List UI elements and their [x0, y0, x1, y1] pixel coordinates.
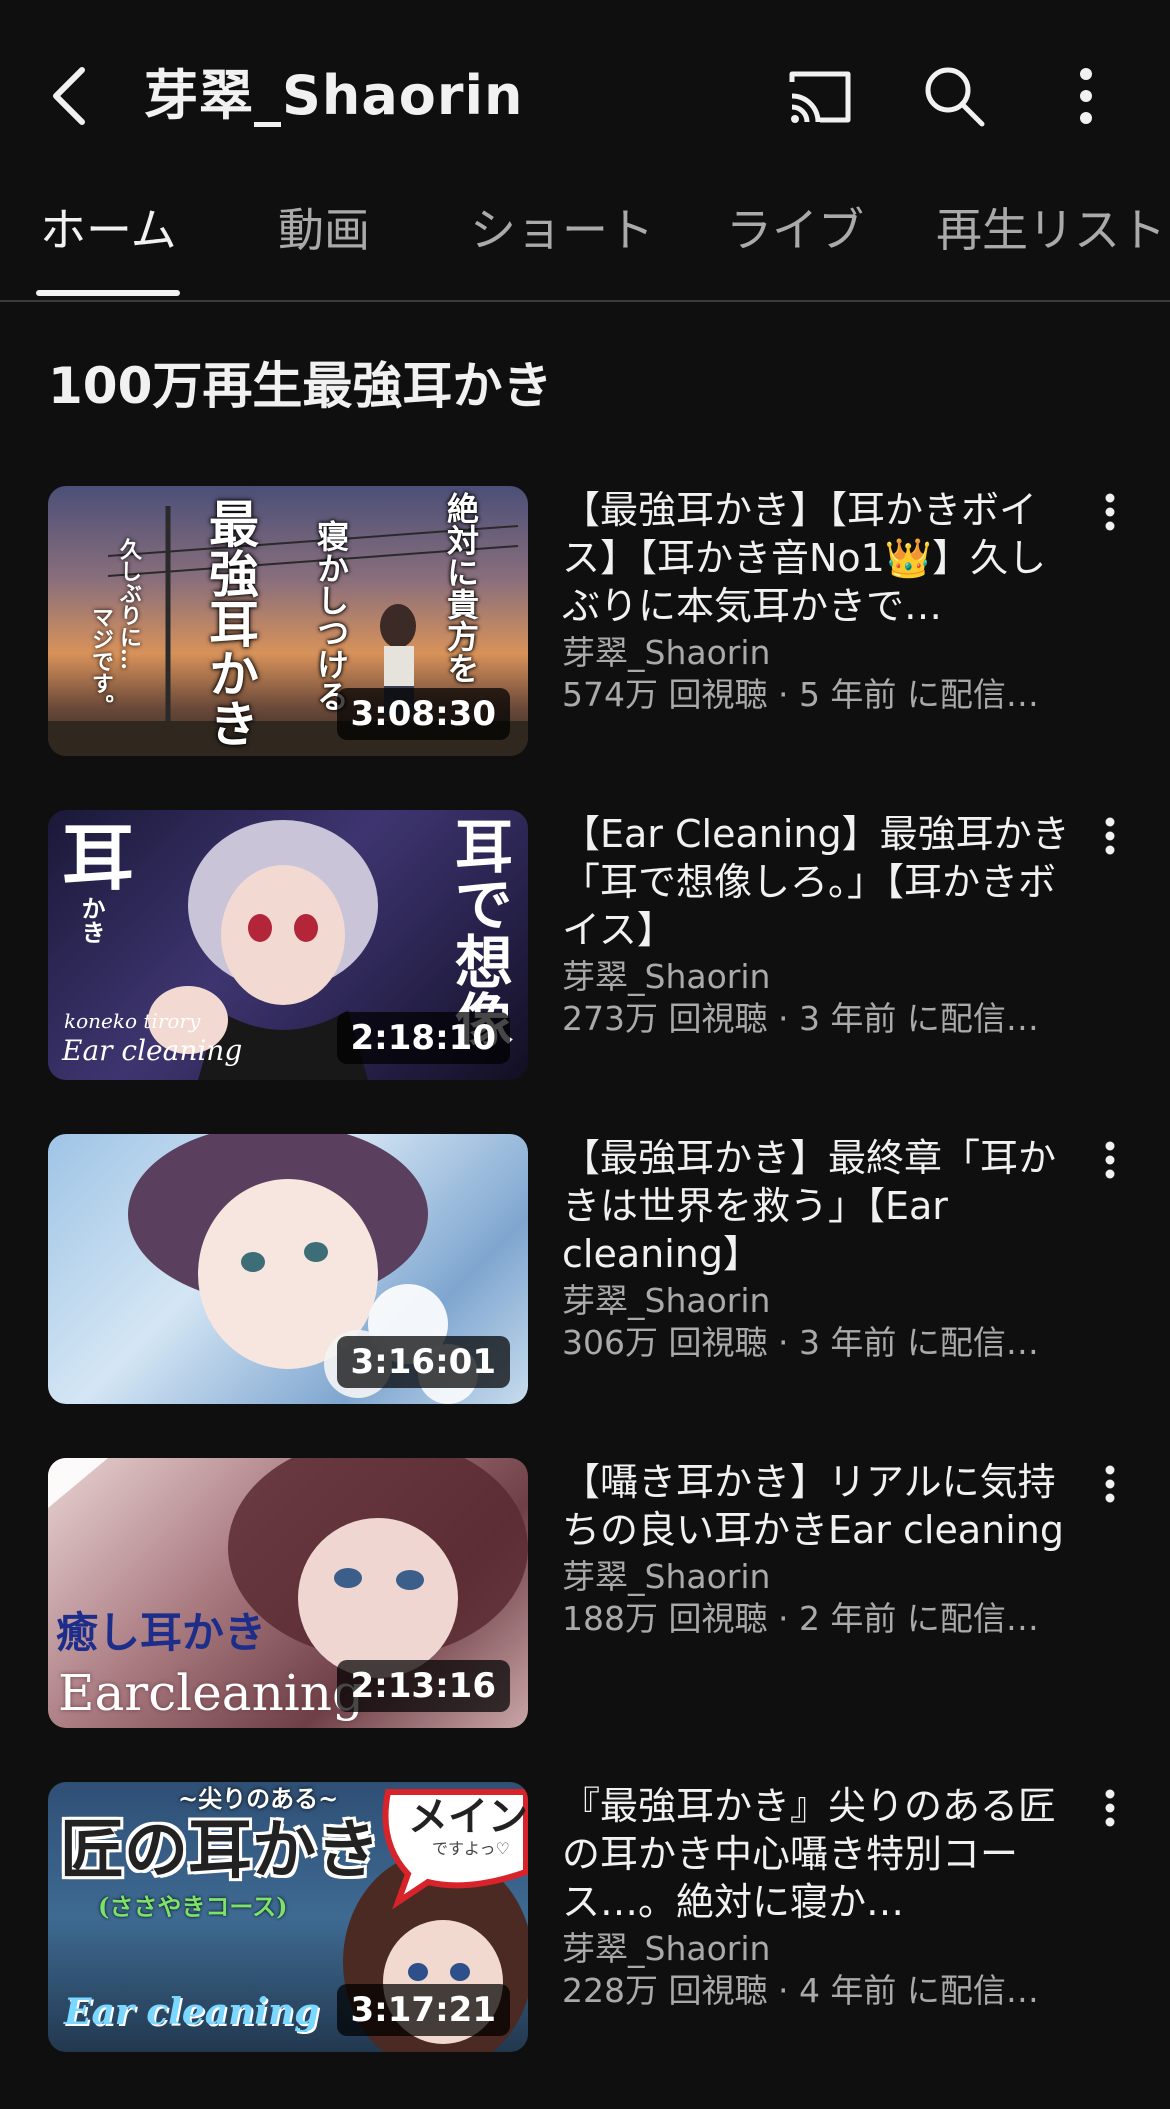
video-info: 『最強耳かき』尖りのある匠の耳かき中心囁き特別コース…。絶対に寝か… 芽翠_Sh…	[562, 1782, 1082, 2012]
back-arrow-icon[interactable]	[40, 58, 104, 134]
search-icon[interactable]	[916, 58, 992, 134]
thumbnail-caption: 耳	[62, 815, 135, 900]
video-menu-icon[interactable]	[1086, 1782, 1134, 1842]
video-title[interactable]: 【最強耳かき】最終章「耳かきは世界を救う」【Ear cleaning】	[562, 1134, 1082, 1278]
video-channel-name: 芽翠_Shaorin	[562, 1929, 771, 1968]
thumbnail-caption: 寝かしつける	[312, 520, 350, 712]
video-thumbnail[interactable]: 3:16:01	[48, 1134, 528, 1404]
thumbnail-caption: 絶対に貴方を	[442, 492, 480, 684]
video-item[interactable]: 3:16:01 【最強耳かき】最終章「耳かきは世界を救う」【Ear cleani…	[0, 1134, 1170, 1458]
thumbnail-caption: Ear cleaning	[62, 1034, 243, 1067]
more-vert-icon[interactable]	[1050, 58, 1126, 134]
video-info: 【Ear Cleaning】最強耳かき「耳で想像しろ。」【耳かきボイス】 芽翠_…	[562, 810, 1082, 1040]
video-channel-name: 芽翠_Shaorin	[562, 1281, 771, 1320]
video-meta: 574万 回視聴 · 5 年前 に配信…	[562, 675, 1039, 714]
video-item[interactable]: 癒し耳かき Earcleaning 2:13:16 【囁き耳かき】リアルに気持ち…	[0, 1458, 1170, 1782]
tab-playlists[interactable]: 再生リスト	[936, 202, 1166, 258]
video-item[interactable]: 最強耳かき 寝かしつける 絶対に貴方を 久しぶりに… マジです。 3:08:30…	[0, 486, 1170, 810]
thumbnail-caption: 久しぶりに…	[116, 538, 142, 670]
video-thumbnail[interactable]: 癒し耳かき Earcleaning 2:13:16	[48, 1458, 528, 1728]
thumbnail-caption: 匠の耳かき	[60, 1813, 380, 1888]
video-menu-icon[interactable]	[1086, 1134, 1134, 1194]
section-title: 100万再生最強耳かき	[48, 357, 553, 415]
thumbnail-caption: かき	[77, 896, 106, 944]
cast-icon[interactable]	[782, 58, 858, 134]
tab-live[interactable]: ライブ	[726, 202, 864, 258]
video-channel-name: 芽翠_Shaorin	[562, 633, 771, 672]
tab-home[interactable]: ホーム	[40, 202, 177, 258]
video-thumbnail[interactable]: ~尖りのある~ 匠の耳かき (ささやきコース) メイン ですよっ♡ Ear cl…	[48, 1782, 528, 2052]
thumbnail-caption: メイン	[408, 1793, 528, 1840]
tab-shorts[interactable]: ショート	[470, 202, 654, 258]
video-title[interactable]: 【Ear Cleaning】最強耳かき「耳で想像しろ。」【耳かきボイス】	[562, 810, 1082, 954]
video-info: 【最強耳かき】最終章「耳かきは世界を救う」【Ear cleaning】 芽翠_S…	[562, 1134, 1082, 1364]
thumbnail-caption: 最強耳かき	[201, 498, 260, 748]
duration-badge: 3:08:30	[336, 688, 510, 740]
video-thumbnail[interactable]: 最強耳かき 寝かしつける 絶対に貴方を 久しぶりに… マジです。 3:08:30	[48, 486, 528, 756]
video-title[interactable]: 【最強耳かき】【耳かきボイス】【耳かき音No1👑】久しぶりに本気耳かきで…	[562, 486, 1082, 630]
video-thumbnail[interactable]: 耳 かき 耳で想像 koneko tirory Ear cleaning 2:1…	[48, 810, 528, 1080]
duration-badge: 2:13:16	[336, 1660, 510, 1712]
video-menu-icon[interactable]	[1086, 810, 1134, 870]
video-item[interactable]: 耳 かき 耳で想像 koneko tirory Ear cleaning 2:1…	[0, 810, 1170, 1134]
video-list: 最強耳かき 寝かしつける 絶対に貴方を 久しぶりに… マジです。 3:08:30…	[0, 486, 1170, 2106]
app-bar: 芽翠_Shaorin	[0, 0, 1170, 190]
duration-badge: 2:18:10	[336, 1012, 510, 1064]
thumbnail-caption: マジです。	[88, 606, 114, 716]
duration-badge: 3:17:21	[336, 1984, 510, 2036]
thumbnail-caption: koneko tirory	[64, 1009, 201, 1033]
video-info: 【囁き耳かき】リアルに気持ちの良い耳かきEar cleaning 芽翠_Shao…	[562, 1458, 1082, 1640]
video-item[interactable]: ~尖りのある~ 匠の耳かき (ささやきコース) メイン ですよっ♡ Ear cl…	[0, 1782, 1170, 2106]
video-channel-name: 芽翠_Shaorin	[562, 957, 771, 996]
video-title[interactable]: 『最強耳かき』尖りのある匠の耳かき中心囁き特別コース…。絶対に寝か…	[562, 1782, 1082, 1926]
video-channel-name: 芽翠_Shaorin	[562, 1557, 771, 1596]
thumbnail-caption: ~尖りのある~	[178, 1784, 339, 1813]
duration-badge: 3:16:01	[336, 1336, 510, 1388]
thumbnail-caption: Earcleaning	[58, 1664, 365, 1722]
channel-title: 芽翠_Shaorin	[144, 64, 524, 127]
active-tab-indicator	[36, 290, 180, 296]
thumbnail-caption: ですよっ♡	[432, 1839, 510, 1858]
thumbnail-caption: (ささやきコース)	[98, 1892, 288, 1921]
video-menu-icon[interactable]	[1086, 1458, 1134, 1518]
video-meta: 273万 回視聴 · 3 年前 に配信…	[562, 999, 1039, 1038]
video-info: 【最強耳かき】【耳かきボイス】【耳かき音No1👑】久しぶりに本気耳かきで… 芽翠…	[562, 486, 1082, 716]
video-title[interactable]: 【囁き耳かき】リアルに気持ちの良い耳かきEar cleaning	[562, 1458, 1082, 1554]
thumbnail-caption: Ear cleaning	[64, 1991, 320, 2033]
video-meta: 306万 回視聴 · 3 年前 に配信…	[562, 1323, 1039, 1362]
tab-videos[interactable]: 動画	[278, 202, 370, 258]
video-menu-icon[interactable]	[1086, 486, 1134, 546]
video-meta: 188万 回視聴 · 2 年前 に配信…	[562, 1599, 1039, 1638]
channel-tabs: ホーム 動画 ショート ライブ 再生リスト	[0, 190, 1170, 302]
video-meta: 228万 回視聴 · 4 年前 に配信…	[562, 1971, 1039, 2010]
thumbnail-caption: 癒し耳かき	[56, 1608, 267, 1657]
